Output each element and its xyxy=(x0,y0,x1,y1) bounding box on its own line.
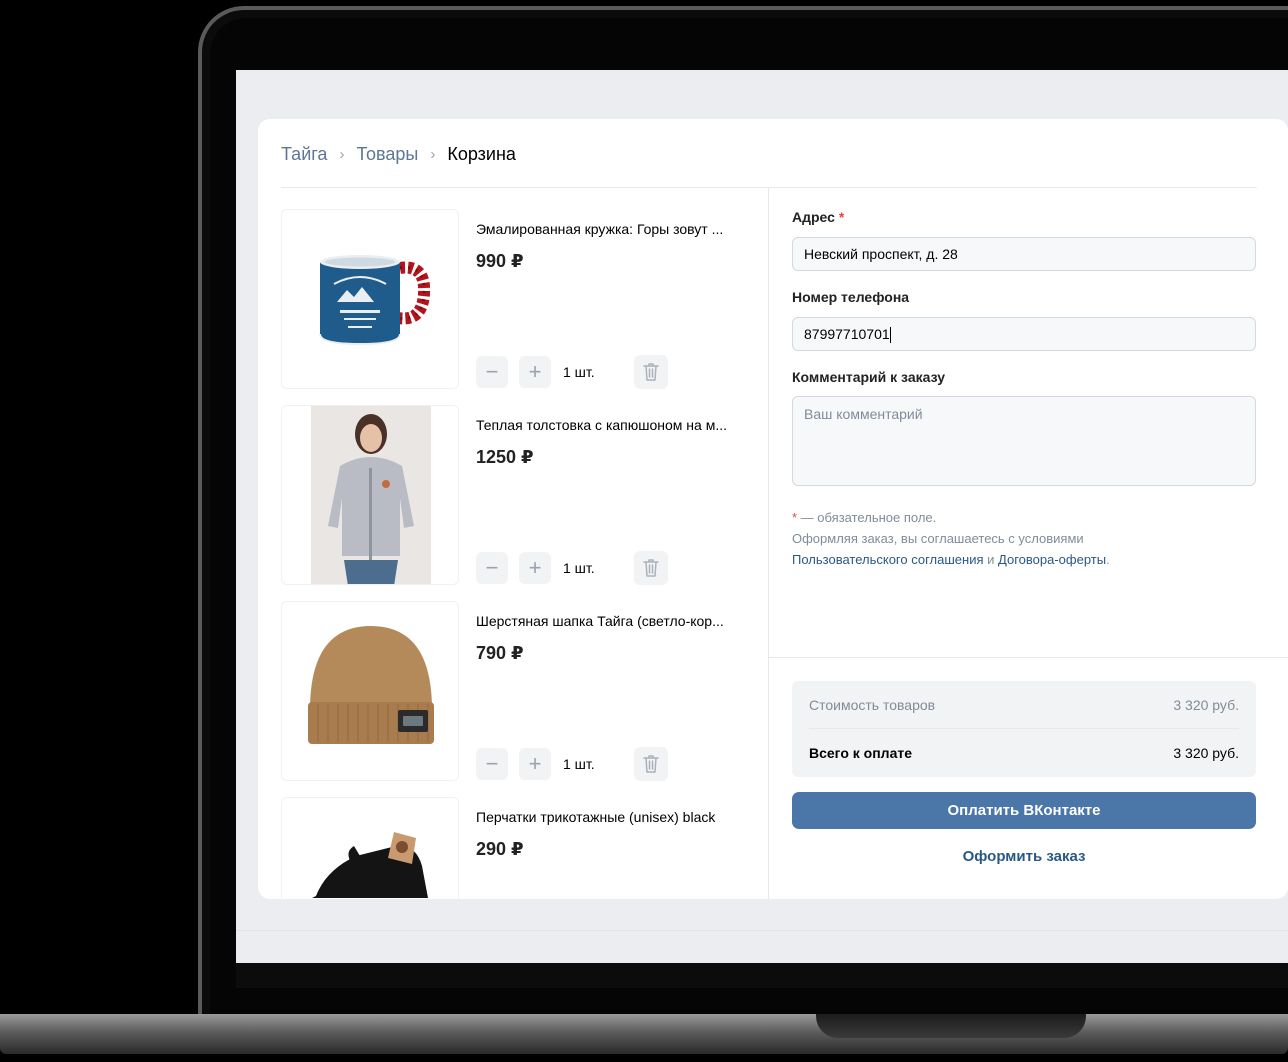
required-note-text: — обязательное поле. xyxy=(797,510,937,525)
screen: Тайга › Товары › Корзина Эмалированная к… xyxy=(236,70,1288,963)
cart-item: Шерстяная шапка Тайга (светло-кор... 790… xyxy=(281,601,751,797)
quantity-stepper: − + 1 шт. xyxy=(476,747,668,781)
decrease-quantity-button[interactable]: − xyxy=(476,356,508,388)
product-image-gloves[interactable] xyxy=(281,797,459,899)
and-text: и xyxy=(987,552,995,567)
address-field[interactable]: Невский проспект, д. 28 xyxy=(792,237,1256,271)
period-text: . xyxy=(1106,552,1110,567)
item-price: 990 ₽ xyxy=(476,251,524,271)
total-row: Всего к оплате 3 320 руб. xyxy=(809,729,1239,777)
required-mark: * xyxy=(838,209,845,225)
address-label: Адрес * xyxy=(792,209,1256,229)
terms-link[interactable]: Пользовательского соглашения xyxy=(792,552,984,567)
agreement-links: Пользовательского соглашения и Договора-… xyxy=(792,549,1256,570)
pay-vk-button[interactable]: Оплатить ВКонтакте xyxy=(792,792,1256,829)
comment-label: Комментарий к заказу xyxy=(792,369,945,385)
product-image-mug[interactable] xyxy=(281,209,459,389)
increase-quantity-button[interactable]: + xyxy=(519,552,551,584)
product-image-hoodie[interactable] xyxy=(281,405,459,585)
decrease-quantity-button[interactable]: − xyxy=(476,748,508,780)
beanie-image xyxy=(308,626,434,744)
delete-item-button[interactable] xyxy=(634,551,668,585)
product-image-beanie[interactable] xyxy=(281,601,459,781)
summary-divider xyxy=(769,657,1288,658)
order-form: Адрес * Невский проспект, д. 28 Номер те… xyxy=(792,209,1256,570)
cart-item: Перчатки трикотажные (unisex) black 290 … xyxy=(281,797,751,899)
trash-icon xyxy=(643,363,659,381)
hoodie-image xyxy=(311,406,431,584)
gloves-image xyxy=(312,832,428,898)
goods-cost-value: 3 320 руб. xyxy=(1173,696,1239,713)
quantity-value: 1 шт. xyxy=(563,364,595,380)
decrease-quantity-button[interactable]: − xyxy=(476,552,508,584)
delete-item-button[interactable] xyxy=(634,355,668,389)
increase-quantity-button[interactable]: + xyxy=(519,748,551,780)
cart-item: Теплая толстовка с капюшоном на м... 125… xyxy=(281,405,751,601)
item-price: 290 ₽ xyxy=(476,839,524,859)
laptop-foot xyxy=(0,1054,1288,1062)
delete-item-button[interactable] xyxy=(634,747,668,781)
comment-field[interactable]: Ваш комментарий xyxy=(792,396,1256,486)
cart-items-list: Эмалированная кружка: Горы зовут ... 990… xyxy=(281,209,751,899)
laptop-base xyxy=(0,1014,1288,1054)
form-notes: * — обязательное поле. Оформляя заказ, в… xyxy=(792,507,1256,570)
chevron-right-icon: › xyxy=(430,145,436,163)
item-title[interactable]: Перчатки трикотажные (unisex) black xyxy=(476,809,751,825)
place-order-button[interactable]: Оформить заказ xyxy=(792,848,1256,870)
quantity-value: 1 шт. xyxy=(563,560,595,576)
address-label-text: Адрес xyxy=(792,209,835,225)
text-caret xyxy=(889,327,891,344)
screen-bottom-bezel xyxy=(236,963,1288,988)
required-note: * — обязательное поле. xyxy=(792,507,1256,528)
order-summary: Стоимость товаров 3 320 руб. Всего к опл… xyxy=(792,681,1256,777)
quantity-stepper: − + 1 шт. xyxy=(476,551,668,585)
laptop-notch xyxy=(816,1014,1086,1038)
item-title[interactable]: Эмалированная кружка: Горы зовут ... xyxy=(476,221,751,237)
screen-footer-line xyxy=(236,930,1288,931)
phone-field[interactable]: 87997710701 xyxy=(792,317,1256,351)
quantity-value: 1 шт. xyxy=(563,756,595,772)
mug-image xyxy=(319,255,431,346)
phone-label: Номер телефона xyxy=(792,289,910,305)
item-title[interactable]: Теплая толстовка с капюшоном на м... xyxy=(476,417,751,433)
item-price: 790 ₽ xyxy=(476,643,524,663)
header-divider xyxy=(281,187,1257,188)
breadcrumb-link-taiga[interactable]: Тайга xyxy=(281,144,327,165)
increase-quantity-button[interactable]: + xyxy=(519,356,551,388)
quantity-stepper: − + 1 шт. xyxy=(476,355,668,389)
cart-item: Эмалированная кружка: Горы зовут ... 990… xyxy=(281,209,751,405)
chevron-right-icon: › xyxy=(339,145,345,163)
breadcrumb-link-goods[interactable]: Товары xyxy=(356,144,418,165)
offer-link[interactable]: Договора-оферты xyxy=(998,552,1106,567)
cart-card: Тайга › Товары › Корзина Эмалированная к… xyxy=(258,119,1288,899)
item-title[interactable]: Шерстяная шапка Тайга (светло-кор... xyxy=(476,613,751,629)
phone-value: 87997710701 xyxy=(804,326,890,342)
breadcrumb-current: Корзина xyxy=(447,143,516,164)
breadcrumb: Тайга › Товары › Корзина xyxy=(281,143,516,165)
trash-icon xyxy=(643,559,659,577)
agreement-note: Оформляя заказ, вы соглашаетесь с услови… xyxy=(792,531,1084,546)
item-price: 1250 ₽ xyxy=(476,447,534,467)
total-label: Всего к оплате xyxy=(809,745,912,761)
column-divider xyxy=(768,188,769,899)
goods-cost-row: Стоимость товаров 3 320 руб. xyxy=(809,681,1239,729)
trash-icon xyxy=(643,755,659,773)
total-value: 3 320 руб. xyxy=(1173,745,1239,761)
goods-cost-label: Стоимость товаров xyxy=(809,696,936,713)
